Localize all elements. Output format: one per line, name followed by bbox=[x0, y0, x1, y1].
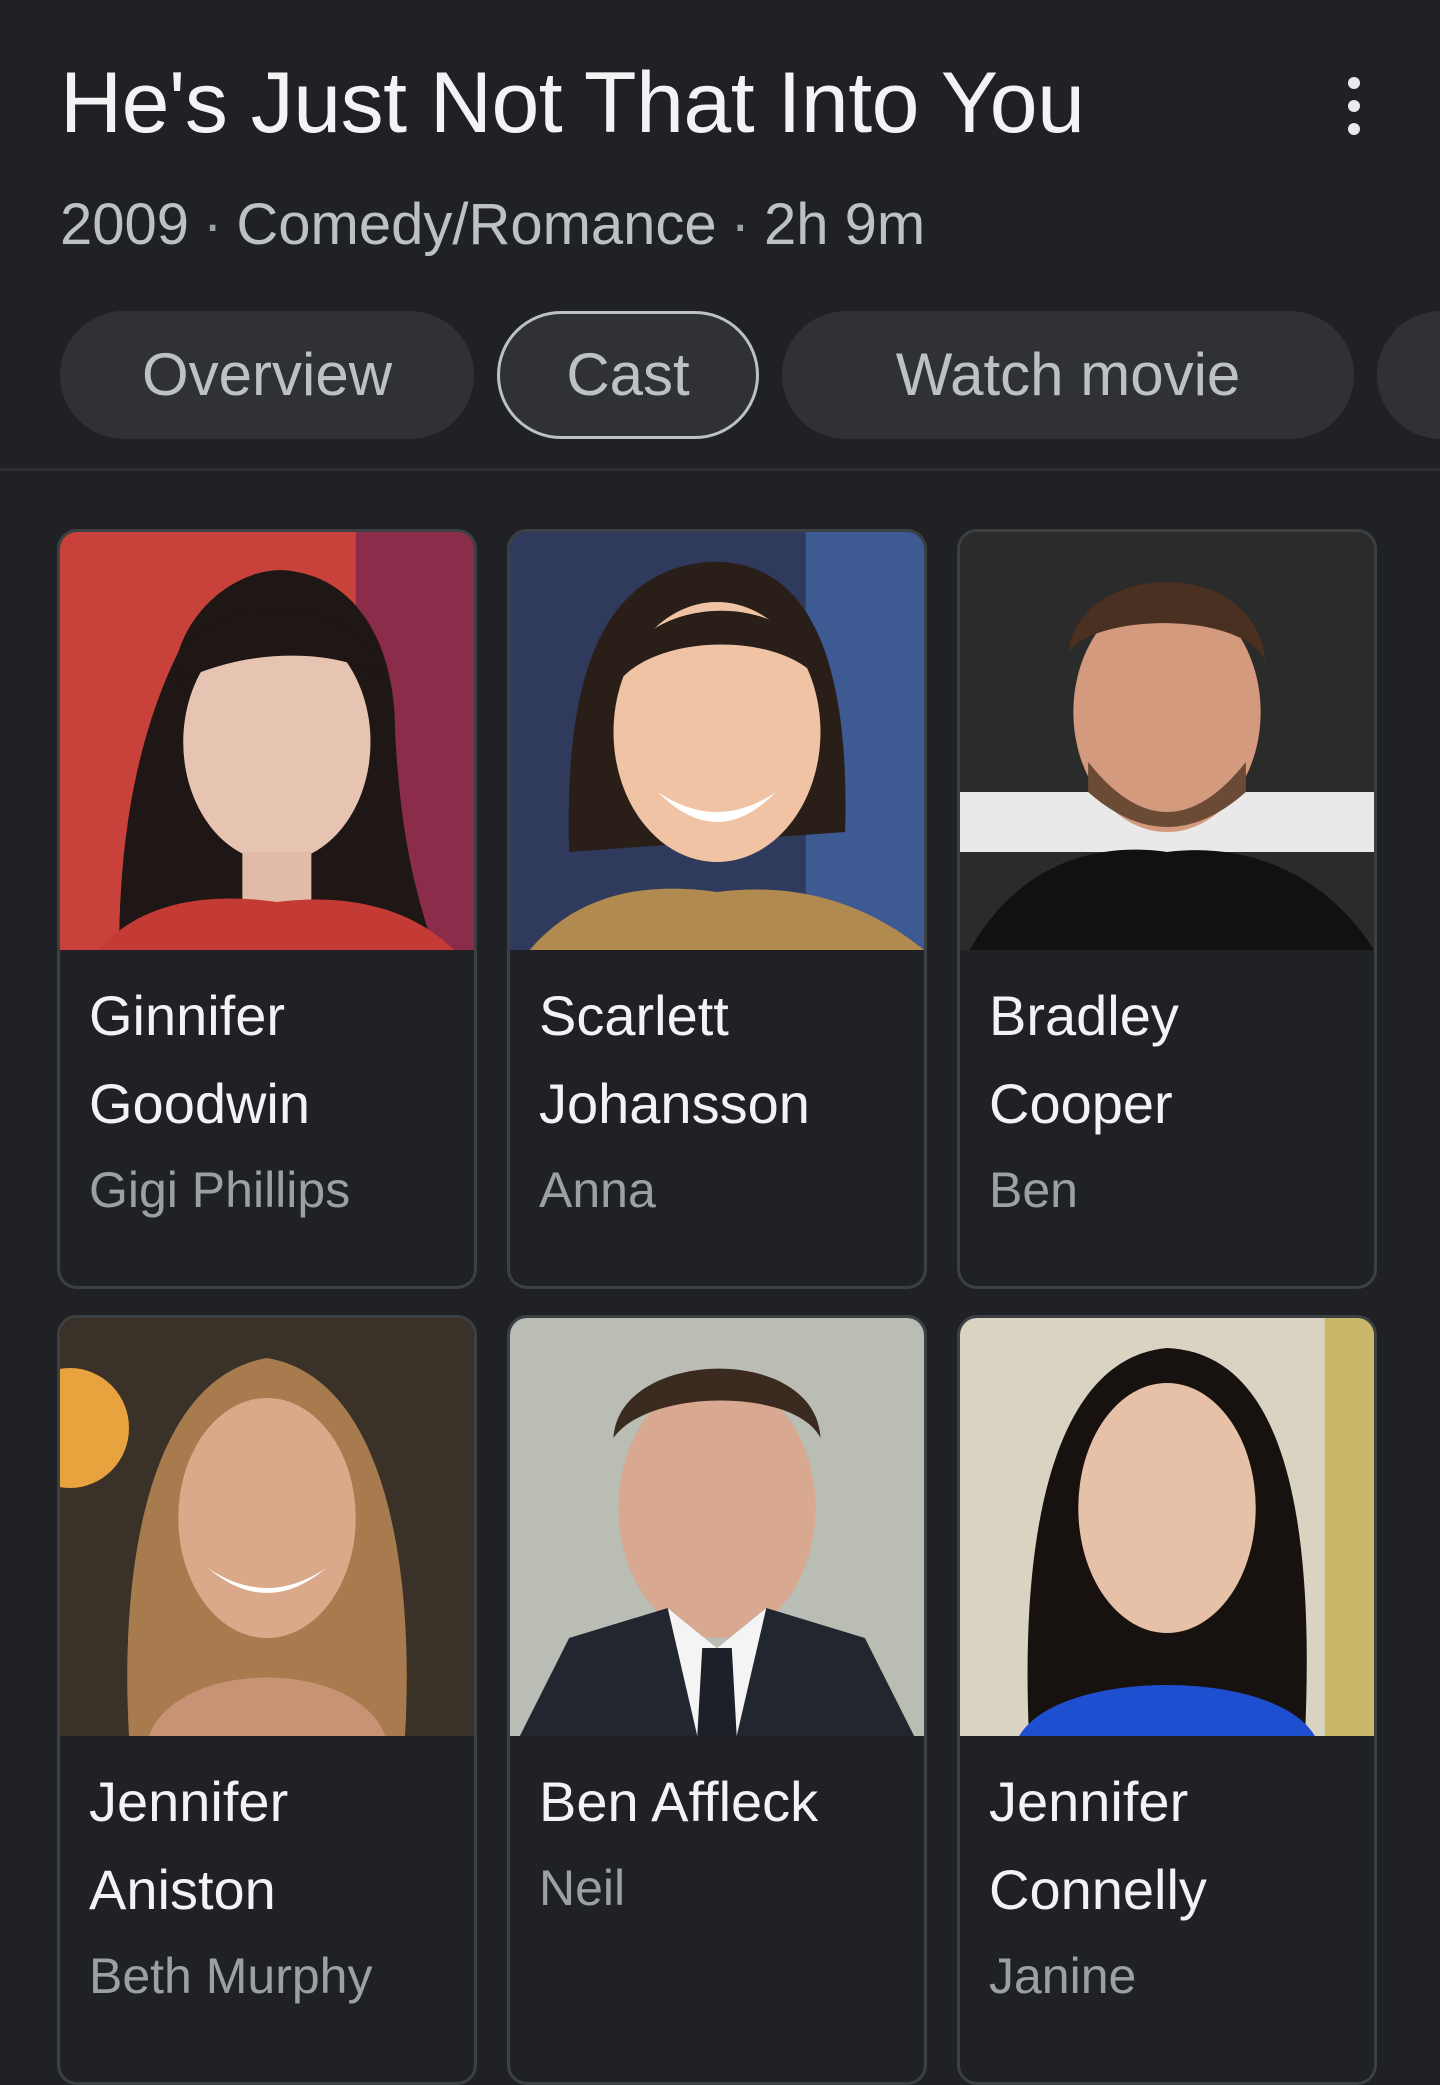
cast-role: Janine bbox=[989, 1948, 1137, 2004]
movie-year: 2009 bbox=[60, 192, 190, 257]
tab-overview[interactable]: Overview bbox=[60, 311, 474, 439]
tab-bar: Overview Cast Watch movie Trailers bbox=[60, 311, 1440, 439]
movie-genre: Comedy/Romance bbox=[236, 192, 717, 257]
cast-role: Neil bbox=[539, 1860, 626, 1916]
tab-watch-movie[interactable]: Watch movie bbox=[782, 311, 1354, 439]
cast-photo bbox=[510, 532, 924, 950]
cast-role: Gigi Phillips bbox=[89, 1162, 351, 1218]
tab-cast[interactable]: Cast bbox=[497, 311, 759, 439]
cast-role: Beth Murphy bbox=[89, 1948, 373, 2004]
movie-meta: 2009 · Comedy/Romance · 2h 9m bbox=[60, 190, 925, 260]
cast-photo bbox=[510, 1318, 924, 1736]
cast-name: Ben Affleck bbox=[539, 1770, 819, 1833]
cast-name: Scarlett Johansson bbox=[539, 984, 810, 1135]
cast-photo bbox=[960, 532, 1374, 950]
cast-card[interactable]: Jennifer Connelly Janine bbox=[957, 1315, 1377, 2085]
cast-name: Bradley Cooper bbox=[989, 984, 1179, 1135]
meta-separator: · bbox=[203, 192, 223, 257]
tab-trailers[interactable]: Trailers bbox=[1377, 311, 1440, 439]
cast-role: Ben bbox=[989, 1162, 1078, 1218]
meta-separator: · bbox=[730, 192, 750, 257]
cast-photo bbox=[960, 1318, 1374, 1736]
cast-name: Jennifer Connelly bbox=[989, 1770, 1207, 1921]
divider bbox=[0, 468, 1440, 471]
cast-photo bbox=[60, 532, 474, 950]
page-title: He's Just Not That Into You bbox=[60, 55, 1085, 151]
cast-card[interactable]: Ginnifer Goodwin Gigi Phillips bbox=[57, 529, 477, 1289]
movie-header: He's Just Not That Into You 2009 · Comedy/… bbox=[0, 0, 1440, 471]
movie-runtime: 2h 9m bbox=[764, 192, 926, 257]
cast-card[interactable]: Jennifer Aniston Beth Murphy bbox=[57, 1315, 477, 2085]
cast-role: Anna bbox=[539, 1162, 656, 1218]
more-vert-icon[interactable] bbox=[1330, 70, 1378, 140]
cast-name: Jennifer Aniston bbox=[89, 1770, 289, 1921]
cast-card[interactable]: Bradley Cooper Ben bbox=[957, 529, 1377, 1289]
cast-card[interactable]: Scarlett Johansson Anna bbox=[507, 529, 927, 1289]
cast-name: Ginnifer Goodwin bbox=[89, 984, 311, 1135]
cast-photo bbox=[60, 1318, 474, 1736]
cast-card[interactable]: Ben Affleck Neil bbox=[507, 1315, 927, 2085]
